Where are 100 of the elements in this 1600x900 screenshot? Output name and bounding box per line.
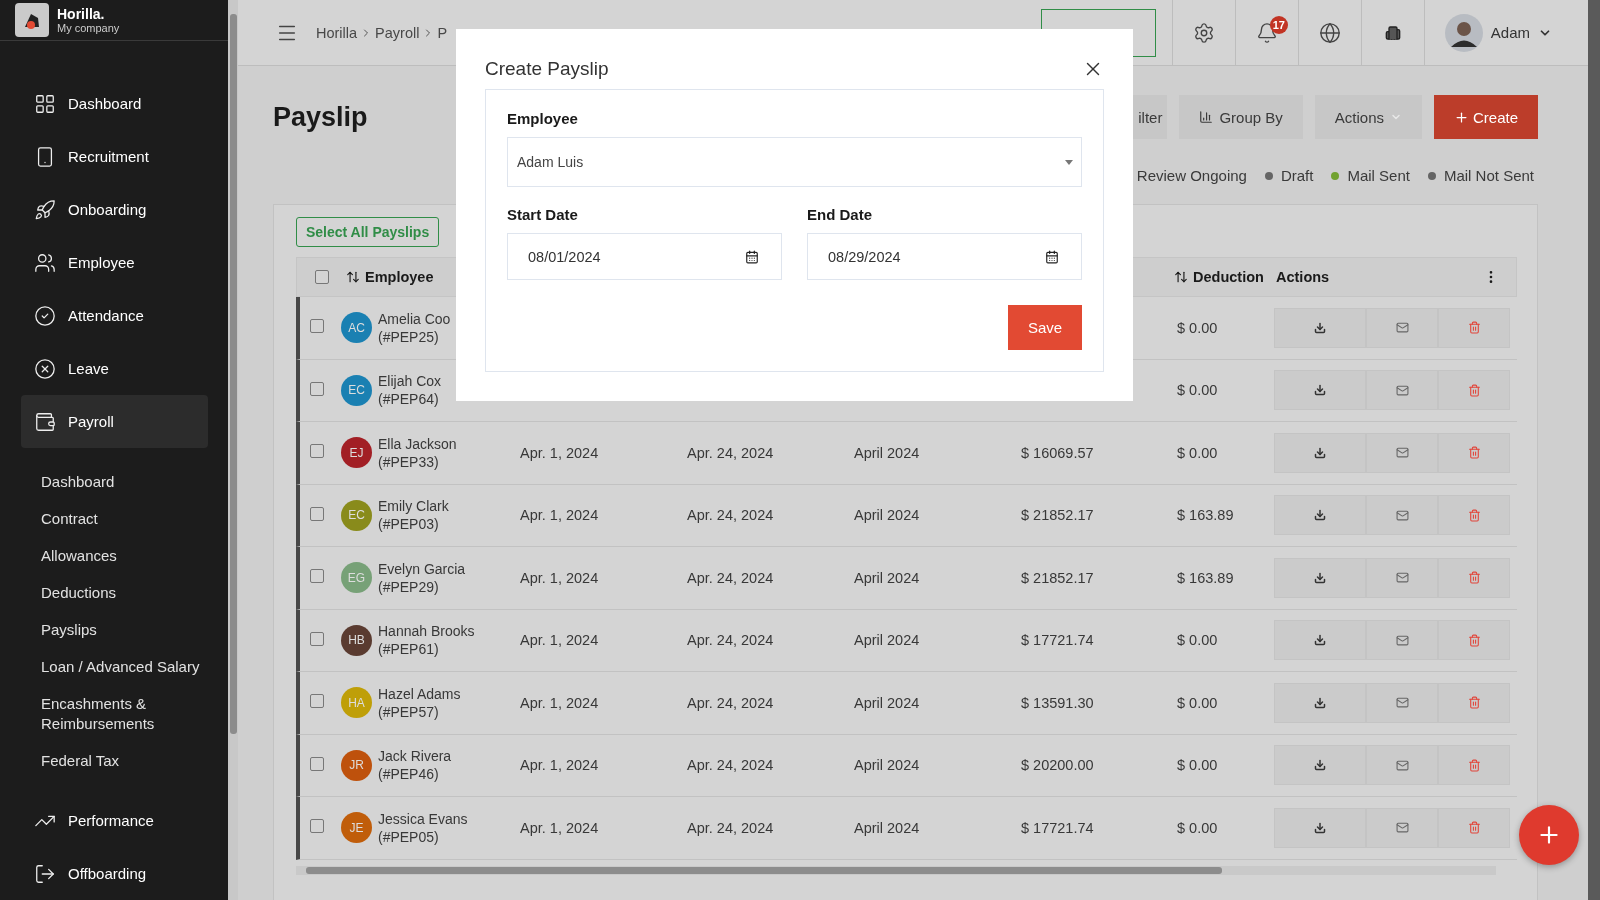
delete-button[interactable]: [1438, 745, 1510, 786]
sidebar-subitem[interactable]: Allowances: [21, 538, 208, 575]
date-field[interactable]: 08/29/2024: [807, 233, 1082, 280]
download-icon: [1314, 696, 1326, 709]
sidebar-item[interactable]: Employee: [21, 236, 208, 289]
sidebar-item[interactable]: Dashboard: [21, 77, 208, 130]
column-header[interactable]: Deduction: [1193, 269, 1264, 285]
download-icon: [1314, 384, 1326, 397]
mail-button[interactable]: [1366, 432, 1438, 473]
download-button[interactable]: [1274, 557, 1366, 598]
table-cell: April 2024: [854, 632, 920, 649]
download-button[interactable]: [1274, 370, 1366, 411]
sidebar-subitem[interactable]: Dashboard: [21, 464, 208, 501]
field-label: Employee: [507, 110, 579, 127]
table-cell: $ 0.00: [1177, 819, 1218, 836]
sidebar-item[interactable]: Payroll: [21, 395, 208, 448]
table-cell: $ 0.00: [1177, 444, 1218, 461]
sidebar-item[interactable]: Offboarding: [21, 847, 208, 900]
checkbox[interactable]: [310, 694, 324, 709]
dialog-title: Create Payslip: [485, 58, 609, 80]
breadcrumb-link[interactable]: Horilla: [316, 24, 358, 41]
checkbox[interactable]: [310, 381, 324, 396]
nav-icon: [34, 251, 56, 274]
employee-avatar: EG: [341, 562, 372, 594]
mail-button[interactable]: [1366, 557, 1438, 598]
trash-icon: [1467, 696, 1481, 710]
download-icon: [1314, 759, 1326, 772]
mail-button[interactable]: [1366, 620, 1438, 661]
group-by-button[interactable]: Group By: [1179, 95, 1303, 139]
checkbox[interactable]: [310, 819, 324, 834]
trash-icon: [1467, 571, 1481, 585]
delete-button[interactable]: [1438, 370, 1510, 411]
delete-button[interactable]: [1438, 307, 1510, 348]
sidebar-item[interactable]: Recruitment: [21, 130, 208, 183]
download-button[interactable]: [1274, 307, 1366, 348]
create-button[interactable]: Create: [1434, 95, 1538, 139]
trash-icon: [1467, 758, 1481, 772]
table-cell: $ 0.00: [1177, 757, 1218, 774]
table-cell: $ 21852.17: [1021, 507, 1094, 524]
company-logo: [15, 3, 49, 37]
building-icon: [1384, 24, 1401, 41]
sidebar-subitem[interactable]: Deductions: [21, 575, 208, 612]
breadcrumb-link[interactable]: Payroll: [375, 24, 420, 41]
sidebar-subitem[interactable]: Encashments & Reimbursements: [21, 686, 208, 743]
sidebar-item[interactable]: Onboarding: [21, 183, 208, 236]
mail-button[interactable]: [1366, 370, 1438, 411]
save-button[interactable]: Save: [1008, 305, 1082, 350]
globe-icon: [1318, 21, 1341, 44]
delete-button[interactable]: [1438, 682, 1510, 723]
employee-select[interactable]: Adam Luis: [507, 137, 1082, 187]
scrollbar-thumb[interactable]: [229, 14, 237, 734]
user-menu[interactable]: Adam: [1423, 0, 1588, 66]
mail-button[interactable]: [1366, 307, 1438, 348]
notifications-button[interactable]: 17: [1234, 0, 1298, 66]
sidebar-item[interactable]: Performance: [21, 794, 208, 847]
checkbox[interactable]: [310, 756, 324, 771]
sidebar-item[interactable]: Leave: [21, 342, 208, 395]
download-button[interactable]: [1274, 745, 1366, 786]
sidebar-item[interactable]: Attendance: [21, 289, 208, 342]
checkbox[interactable]: [310, 631, 324, 646]
add-button[interactable]: [1519, 805, 1579, 865]
legend-label: Review Ongoing: [1136, 167, 1247, 184]
date-field[interactable]: 08/01/2024: [507, 233, 782, 280]
column-header[interactable]: Employee: [365, 269, 434, 285]
employee-name: Jessica Evans: [378, 809, 468, 828]
checkbox[interactable]: [310, 444, 324, 459]
sidebar-subitem[interactable]: Federal Tax: [21, 743, 208, 780]
delete-button[interactable]: [1438, 807, 1510, 848]
delete-button[interactable]: [1438, 620, 1510, 661]
employee-id: (#PEP29): [378, 577, 440, 596]
trash-icon: [1467, 383, 1481, 397]
scrollbar-thumb[interactable]: [306, 866, 1222, 874]
delete-button[interactable]: [1438, 557, 1510, 598]
sidebar-subitem[interactable]: Loan / Advanced Salary: [21, 649, 208, 686]
delete-button[interactable]: [1438, 432, 1510, 473]
sidebar-subitem[interactable]: Contract: [21, 501, 208, 538]
checkbox[interactable]: [310, 319, 324, 334]
delete-button[interactable]: [1438, 495, 1510, 536]
mail-button[interactable]: [1366, 495, 1438, 536]
sidebar-subitem[interactable]: Payslips: [21, 612, 208, 649]
checkbox[interactable]: [310, 506, 324, 521]
mail-button[interactable]: [1366, 745, 1438, 786]
checkbox[interactable]: [310, 569, 324, 584]
employee-avatar: AC: [341, 312, 372, 344]
breadcrumb-link[interactable]: P: [437, 24, 448, 41]
table-cell: Apr. 24, 2024: [687, 632, 774, 649]
download-button[interactable]: [1274, 807, 1366, 848]
download-button[interactable]: [1274, 682, 1366, 723]
download-button[interactable]: [1274, 620, 1366, 661]
checkbox[interactable]: [315, 270, 329, 284]
mail-button[interactable]: [1366, 682, 1438, 723]
actions-button[interactable]: Actions: [1314, 95, 1422, 139]
download-button[interactable]: [1274, 495, 1366, 536]
settings-icon: [1192, 21, 1215, 44]
table-cell: April 2024: [854, 569, 920, 586]
table-cell: Apr. 1, 2024: [520, 569, 599, 586]
download-icon: [1314, 509, 1326, 522]
download-button[interactable]: [1274, 432, 1366, 473]
mail-button[interactable]: [1366, 807, 1438, 848]
table-cell: Apr. 24, 2024: [687, 694, 774, 711]
